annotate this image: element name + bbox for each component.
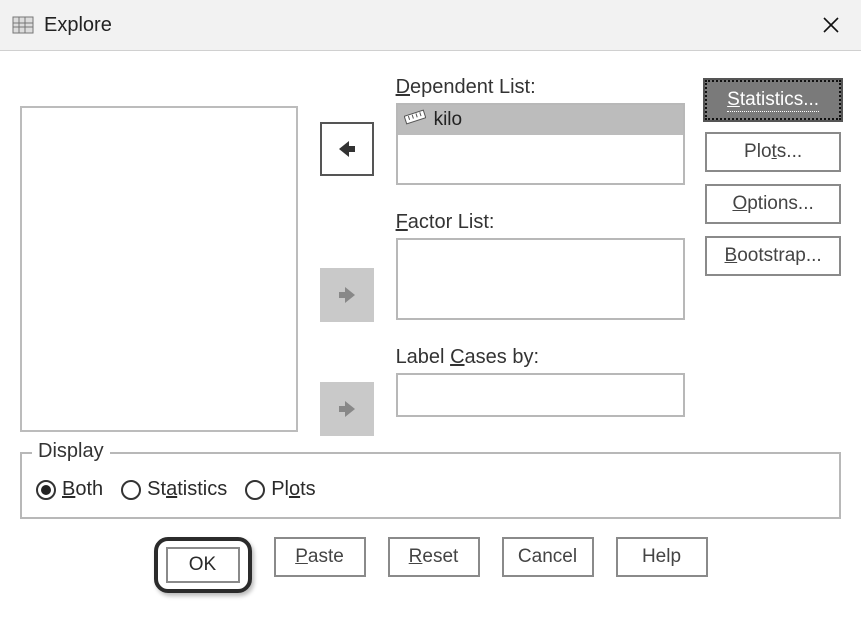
dialog-body: Dependent List: kilo [0, 51, 861, 603]
window-title: Explore [44, 14, 112, 37]
dependent-list-label: Dependent List: [396, 76, 686, 99]
close-icon [822, 16, 840, 34]
scale-icon [404, 108, 426, 132]
dependent-list[interactable]: kilo [396, 103, 686, 185]
reset-button[interactable]: Reset [388, 537, 480, 577]
side-buttons-column: Statistics... Plots... Options... Bootst… [705, 80, 841, 276]
target-lists-column: Dependent List: kilo [396, 76, 686, 421]
ok-button[interactable]: OK [166, 547, 240, 583]
arrow-left-icon [333, 137, 361, 161]
remove-from-dependent-button[interactable] [320, 122, 374, 176]
source-variables-list[interactable] [20, 106, 298, 432]
display-radio-both[interactable]: Both [36, 478, 103, 501]
display-group: Display Both Statistics Plots [20, 452, 841, 519]
ok-highlight: OK [154, 537, 252, 593]
cancel-button[interactable]: Cancel [502, 537, 594, 577]
help-button[interactable]: Help [616, 537, 708, 577]
arrow-right-icon [333, 283, 361, 307]
statistics-button[interactable]: Statistics... [705, 80, 841, 120]
plots-button[interactable]: Plots... [705, 132, 841, 172]
close-button[interactable] [813, 7, 849, 43]
radio-icon [245, 480, 265, 500]
paste-button[interactable]: Paste [274, 537, 366, 577]
radio-icon [36, 480, 56, 500]
arrow-right-icon [333, 397, 361, 421]
display-radio-plots[interactable]: Plots [245, 478, 315, 501]
display-radio-statistics[interactable]: Statistics [121, 478, 227, 501]
list-item-label: kilo [434, 109, 463, 131]
app-icon [10, 12, 36, 38]
move-to-labelcases-button[interactable] [320, 382, 374, 436]
options-button[interactable]: Options... [705, 184, 841, 224]
labelcases-label: Label Cases by: [396, 346, 686, 369]
bootstrap-button[interactable]: Bootstrap... [705, 236, 841, 276]
display-legend: Display [32, 440, 110, 463]
move-to-factor-button[interactable] [320, 268, 374, 322]
transfer-buttons-column [318, 76, 376, 436]
list-item[interactable]: kilo [398, 105, 684, 135]
radio-icon [121, 480, 141, 500]
titlebar: Explore [0, 0, 861, 51]
factor-list-label: Factor List: [396, 211, 686, 234]
factor-list[interactable] [396, 238, 686, 320]
dialog-buttons-row: OK Paste Reset Cancel Help [20, 537, 841, 593]
labelcases-list[interactable] [396, 373, 686, 417]
